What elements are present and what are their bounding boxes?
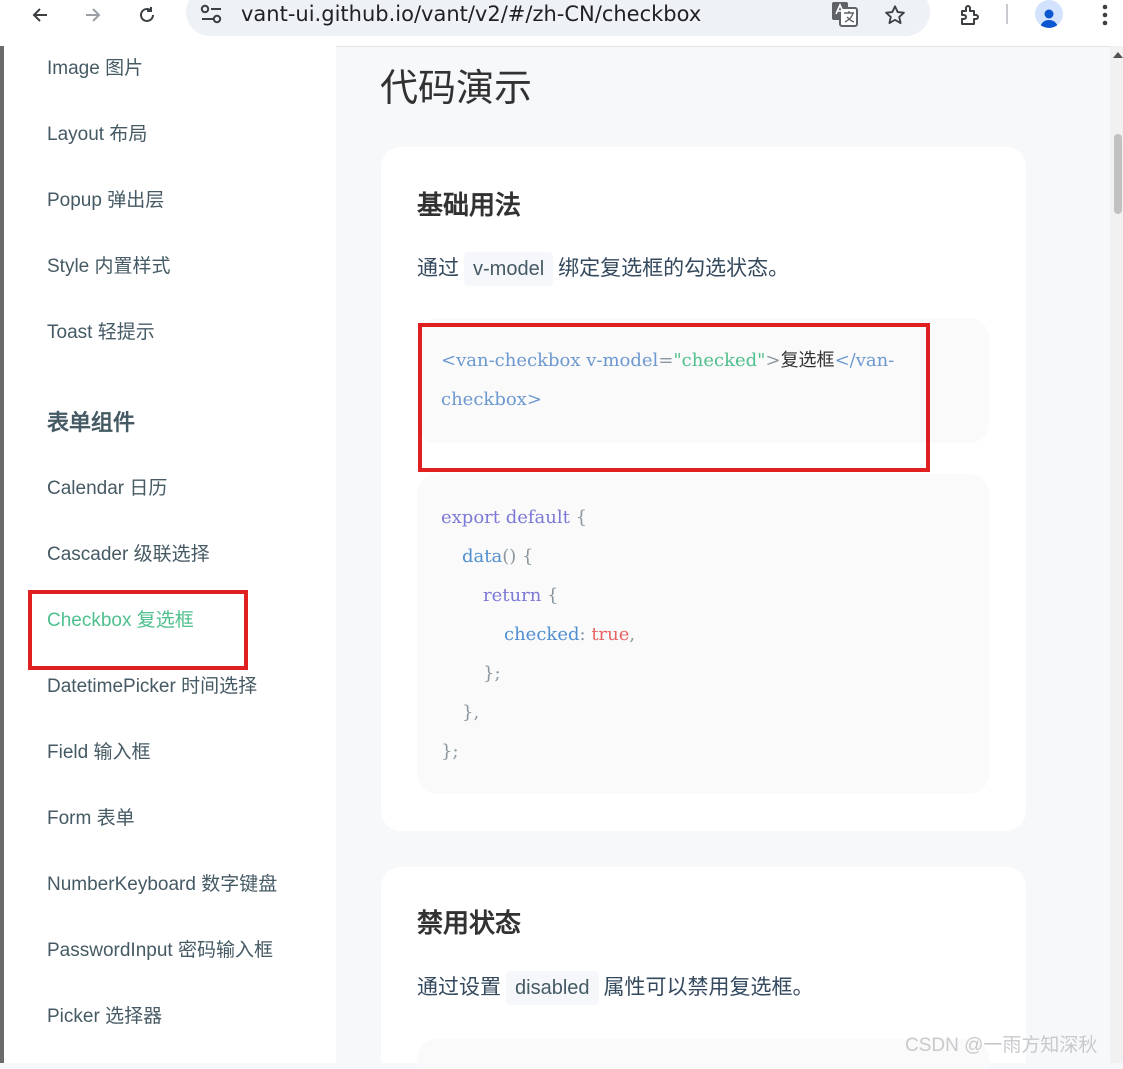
page-title: 代码演示: [380, 68, 533, 110]
code-block-script: export default { data() { return { check…: [417, 474, 989, 794]
desc-text-after: 属性可以禁用复选框。: [603, 976, 814, 999]
section-desc-basic: 通过 v-model 绑定复选框的勾选状态。: [417, 251, 789, 287]
sidebar-item-picker[interactable]: Picker 选择器: [47, 1002, 162, 1032]
sidebar-item-datetimepicker[interactable]: DatetimePicker 时间选择: [47, 672, 257, 702]
sidebar-item-numberkeyboard[interactable]: NumberKeyboard 数字键盘: [47, 870, 277, 900]
code-line: checked: true,: [504, 624, 636, 645]
menu-kebab-icon[interactable]: [1090, 0, 1120, 30]
code-line: return {: [483, 585, 559, 606]
desc-text-before: 通过设置: [417, 976, 501, 999]
highlight-box-checkbox-nav: [28, 590, 248, 670]
sidebar-item-calendar[interactable]: Calendar 日历: [47, 474, 167, 504]
sidebar-group-title: 表单组件: [47, 410, 136, 435]
browser-toolbar: vant-ui.github.io/vant/v2/#/zh-CN/checkb…: [0, 0, 1123, 47]
inline-code-v-model: v-model: [464, 252, 554, 286]
sidebar-item-style[interactable]: Style 内置样式: [47, 252, 171, 282]
translate-icon[interactable]: [830, 0, 860, 28]
code-line: export default {: [441, 507, 588, 528]
back-icon[interactable]: [25, 0, 55, 30]
code-line: data() {: [462, 546, 534, 567]
sidebar-item-image[interactable]: Image 图片: [47, 54, 143, 84]
watermark: CSDN @一雨方知深秋: [905, 1035, 1098, 1056]
profile-avatar-icon[interactable]: [1035, 0, 1063, 28]
url-text[interactable]: vant-ui.github.io/vant/v2/#/zh-CN/checkb…: [241, 0, 701, 28]
section-title-disabled: 禁用状态: [417, 908, 522, 938]
section-title-basic: 基础用法: [417, 190, 522, 220]
code-line: };: [483, 663, 501, 684]
code-block-disabled: [417, 1039, 989, 1069]
desc-text-before: 通过: [417, 257, 459, 280]
extensions-icon[interactable]: [955, 0, 985, 30]
inline-code-disabled: disabled: [506, 971, 599, 1005]
toolbar-divider: [1006, 4, 1008, 24]
sidebar-item-layout[interactable]: Layout 布局: [47, 120, 147, 150]
demo-card-basic: 基础用法 通过 v-model 绑定复选框的勾选状态。 <van-checkbox …: [381, 147, 1026, 831]
desc-text-after: 绑定复选框的勾选状态。: [558, 257, 790, 280]
sidebar-item-cascader[interactable]: Cascader 级联选择: [47, 540, 210, 570]
sidebar-item-popup[interactable]: Popup 弹出层: [47, 186, 164, 216]
sidebar-item-toast[interactable]: Toast 轻提示: [47, 318, 155, 348]
bookmark-star-icon[interactable]: [880, 0, 910, 30]
scroll-up-arrow-icon[interactable]: [1113, 52, 1123, 58]
section-desc-disabled: 通过设置 disabled 属性可以禁用复选框。: [417, 970, 814, 1006]
scrollbar-thumb[interactable]: [1114, 134, 1122, 214]
sidebar-item-field[interactable]: Field 输入框: [47, 738, 150, 768]
sidebar-item-form[interactable]: Form 表单: [47, 804, 135, 834]
forward-icon[interactable]: [78, 0, 108, 30]
code-line: },: [462, 702, 480, 723]
sidebar-item-passwordinput[interactable]: PasswordInput 密码输入框: [47, 936, 273, 966]
reload-icon[interactable]: [132, 0, 162, 30]
highlight-box-code: [418, 323, 930, 472]
code-line: };: [441, 741, 459, 762]
site-settings-icon[interactable]: [198, 2, 226, 26]
